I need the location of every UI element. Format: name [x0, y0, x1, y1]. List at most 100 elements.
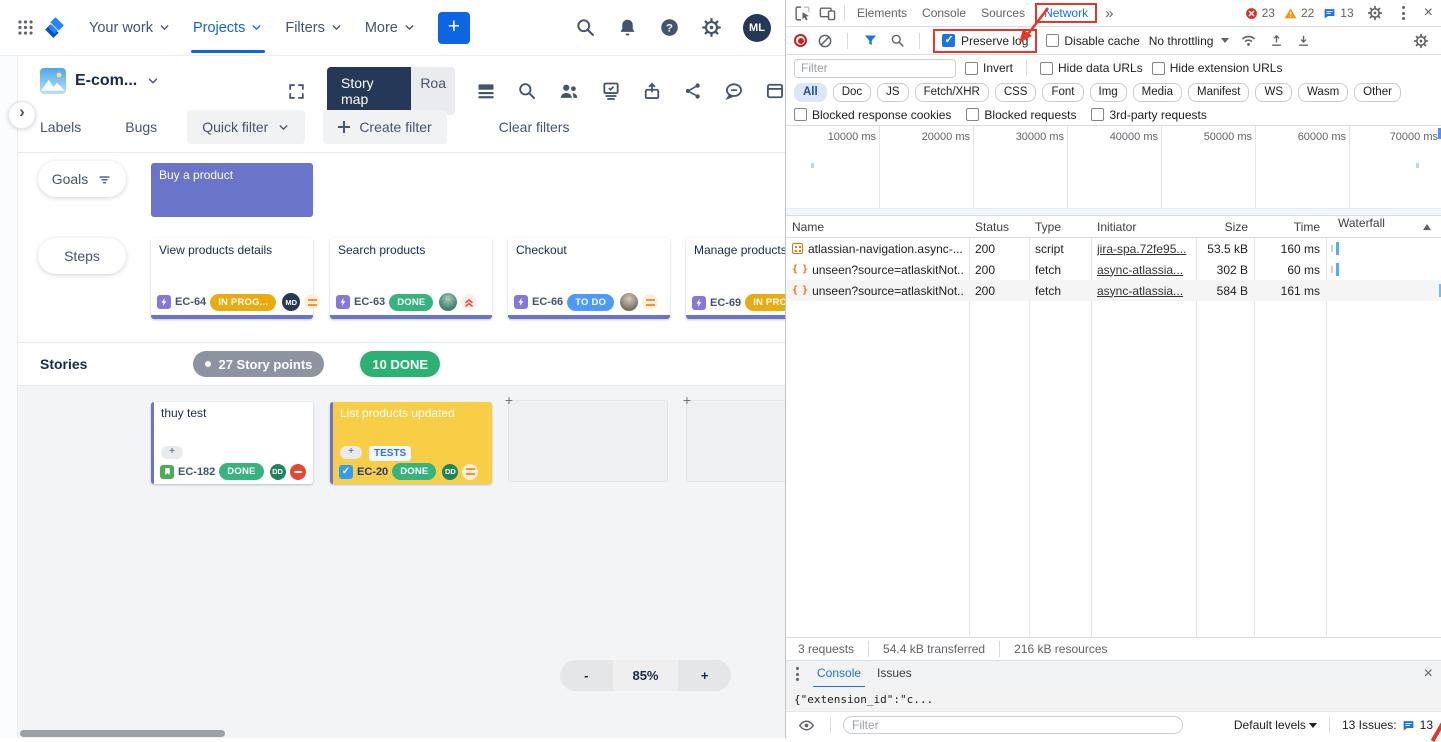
table-row[interactable]: unseen?source=atlaskitNot... 200 fetch a… [786, 259, 1441, 280]
blocked-requests-checkbox[interactable] [966, 108, 979, 121]
table-row[interactable]: unseen?source=atlaskitNot... 200 fetch a… [786, 280, 1441, 301]
column-header-waterfall[interactable]: Waterfall [1326, 216, 1441, 237]
rows-view-icon[interactable] [476, 81, 496, 101]
initiator-link[interactable]: jira-spa.72fe95... [1097, 242, 1190, 256]
type-pill-media[interactable]: Media [1133, 83, 1182, 102]
expand-sidebar-button[interactable] [8, 101, 36, 129]
share-icon[interactable] [683, 81, 703, 101]
story-card-selected[interactable]: List products updated TESTS EC-20 DONE D… [330, 402, 492, 484]
export-icon[interactable] [642, 81, 662, 101]
view-toggle-story-map[interactable]: Story map [327, 67, 411, 115]
type-pill-other[interactable]: Other [1354, 83, 1401, 102]
invert-control[interactable]: Invert [965, 61, 1013, 75]
project-name[interactable]: E-com... [75, 72, 137, 90]
user-avatar[interactable]: ML [743, 14, 771, 42]
people-icon[interactable] [558, 80, 580, 102]
console-filter-input[interactable] [843, 716, 1183, 734]
step-card[interactable]: Search products EC-63 DONE [330, 238, 492, 319]
type-pill-doc[interactable]: Doc [833, 83, 871, 102]
tab-sources[interactable]: Sources [974, 2, 1032, 24]
table-row[interactable]: atlassian-navigation.async-... 200 scrip… [786, 238, 1441, 259]
invert-checkbox[interactable] [965, 62, 978, 75]
blocked-cookies-control[interactable]: Blocked response cookies [794, 108, 951, 122]
column-header-initiator[interactable]: Initiator [1091, 220, 1196, 234]
tab-console[interactable]: Console [915, 2, 973, 24]
network-settings-gear-icon[interactable] [1409, 30, 1433, 52]
errors-badge[interactable]: 23 [1245, 6, 1275, 20]
tab-network[interactable]: Network [1042, 4, 1090, 22]
hide-data-urls-control[interactable]: Hide data URLs [1040, 61, 1143, 75]
type-pill-js[interactable]: JS [877, 83, 908, 102]
hide-data-urls-checkbox[interactable] [1040, 62, 1053, 75]
column-header-time[interactable]: Time [1254, 220, 1326, 234]
notifications-bell-icon[interactable] [617, 17, 638, 38]
quick-filter-button[interactable]: Quick filter [187, 110, 305, 144]
third-party-control[interactable]: 3rd-party requests [1091, 108, 1206, 122]
goal-card[interactable]: Buy a product [151, 163, 313, 217]
add-label-button[interactable] [340, 446, 362, 459]
drawer-menu-icon[interactable] [790, 667, 805, 681]
jira-logo-icon[interactable] [42, 15, 67, 40]
label-chip[interactable]: TESTS [369, 446, 411, 461]
comment-icon[interactable] [724, 81, 744, 101]
create-issue-button[interactable] [438, 12, 470, 44]
assignee-avatar[interactable]: DD [442, 464, 458, 480]
messages-badge[interactable]: 13 [1323, 6, 1353, 20]
assignee-avatar[interactable]: MD [282, 293, 300, 311]
drawer-tab-issues[interactable]: Issues [873, 661, 916, 688]
more-options-icon[interactable] [1396, 6, 1411, 20]
devtools-settings-gear-icon[interactable] [1363, 2, 1387, 24]
throttling-dropdown[interactable]: No throttling [1149, 34, 1230, 48]
type-pill-font[interactable]: Font [1042, 83, 1083, 102]
more-tabs-icon[interactable] [1100, 5, 1118, 22]
hide-extension-urls-control[interactable]: Hide extension URLs [1152, 61, 1283, 75]
step-card[interactable]: Manage products EC-69 IN PROG... [686, 238, 785, 319]
assignee-avatar[interactable]: DD [270, 464, 286, 480]
nav-projects[interactable]: Projects [185, 12, 271, 44]
view-toggle-roadmap[interactable]: Roa [411, 67, 455, 115]
type-pill-manifest[interactable]: Manifest [1188, 83, 1249, 102]
step-card[interactable]: Checkout EC-66 TO DO [508, 238, 670, 319]
network-conditions-icon[interactable] [1238, 30, 1258, 52]
labels-link[interactable]: Labels [40, 119, 81, 135]
import-har-icon[interactable] [1267, 30, 1285, 52]
card-layout-icon[interactable] [765, 81, 785, 101]
nav-filters[interactable]: Filters [277, 12, 350, 44]
type-pill-wasm[interactable]: Wasm [1298, 83, 1348, 102]
create-filter-button[interactable]: Create filter [323, 110, 446, 144]
column-header-name[interactable]: Name [786, 220, 969, 234]
initiator-link[interactable]: async-atlassia... [1097, 263, 1190, 277]
goals-row-pill[interactable]: Goals [38, 161, 126, 197]
project-avatar[interactable] [40, 68, 66, 94]
type-pill-fetch-xhr[interactable]: Fetch/XHR [915, 83, 989, 102]
column-header-size[interactable]: Size [1196, 220, 1254, 234]
column-header-status[interactable]: Status [969, 220, 1029, 234]
add-label-button[interactable] [161, 446, 183, 459]
tab-elements[interactable]: Elements [850, 2, 914, 24]
assignee-avatar[interactable] [620, 293, 638, 311]
monitor-check-icon[interactable] [601, 81, 621, 101]
column-header-type[interactable]: Type [1029, 220, 1091, 234]
zoom-in-button[interactable]: + [678, 660, 731, 691]
network-search-icon[interactable] [888, 30, 906, 52]
settings-gear-icon[interactable] [701, 17, 722, 38]
type-pill-css[interactable]: CSS [995, 83, 1037, 102]
device-toolbar-icon[interactable] [815, 2, 839, 24]
fullscreen-icon[interactable] [287, 82, 306, 101]
eye-icon[interactable] [794, 714, 818, 736]
close-drawer-icon[interactable] [1420, 665, 1437, 683]
inspect-element-icon[interactable] [790, 2, 814, 24]
hide-extension-urls-checkbox[interactable] [1152, 62, 1165, 75]
disable-cache-control[interactable]: Disable cache [1046, 34, 1139, 48]
initiator-link[interactable]: async-atlassia... [1097, 284, 1190, 298]
drawer-tab-console[interactable]: Console [813, 661, 865, 688]
nav-your-work[interactable]: Your work [81, 12, 179, 44]
export-har-icon[interactable] [1294, 30, 1312, 52]
horizontal-scrollbar[interactable] [20, 730, 225, 737]
console-message[interactable]: {"extension_id":"c... [786, 687, 1441, 712]
third-party-checkbox[interactable] [1091, 108, 1104, 121]
preserve-log-checkbox[interactable] [942, 34, 955, 47]
assignee-avatar[interactable] [439, 293, 457, 311]
search-icon[interactable] [575, 17, 596, 38]
blocked-cookies-checkbox[interactable] [794, 108, 807, 121]
